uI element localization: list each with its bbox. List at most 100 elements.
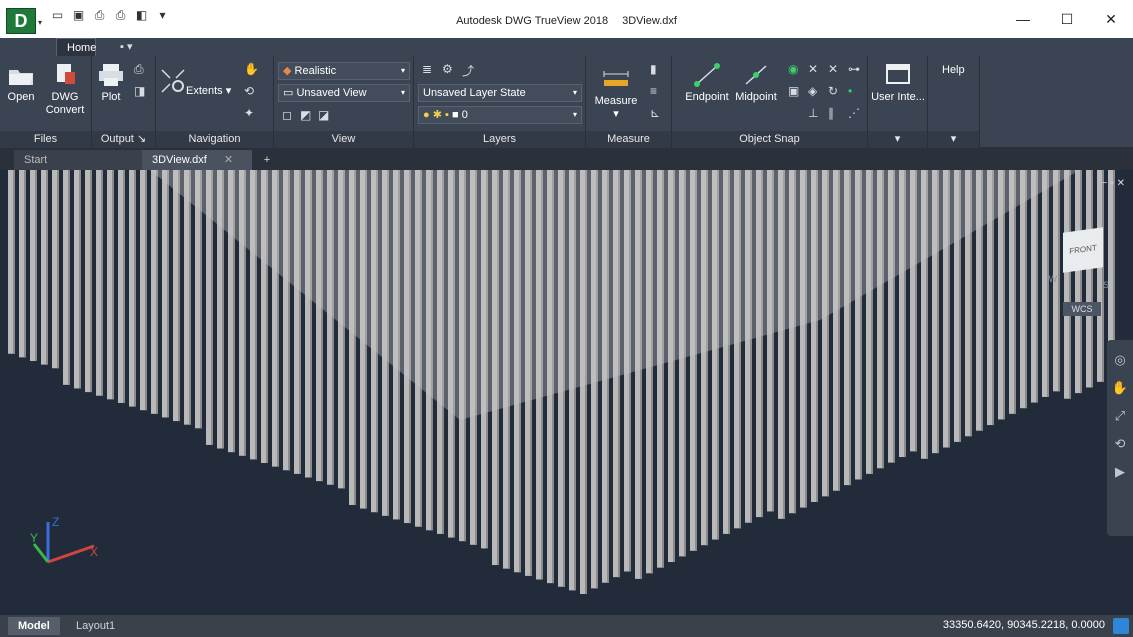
layer-state-value: Unsaved Layer State	[423, 87, 526, 99]
dialog-launcher-icon[interactable]: ↘	[137, 133, 146, 145]
open-button[interactable]: Open	[4, 62, 38, 104]
parallel-snap-icon[interactable]: ∥	[828, 106, 834, 120]
nearest-snap-icon[interactable]: •	[848, 84, 852, 98]
center-snap-icon[interactable]: ◉	[788, 62, 798, 76]
user-interface-panel-title[interactable]: ▾	[868, 131, 927, 148]
pillar-shade	[1091, 170, 1093, 388]
named-view-combo[interactable]: ▭ Unsaved View ▾	[278, 84, 410, 102]
close-button[interactable]: ✕	[1089, 10, 1133, 28]
help-button[interactable]: Help	[942, 64, 965, 76]
steering-wheel-icon[interactable]: ✦	[244, 106, 254, 120]
area-icon[interactable]: ⊾	[650, 106, 660, 120]
zoom-extents-icon	[161, 69, 185, 93]
chevron-down-icon: ▾	[572, 88, 577, 97]
pillar-shade	[57, 170, 59, 369]
list-icon[interactable]: ≡	[650, 84, 657, 98]
drawing-viewport[interactable]: − ▫ ✕ FRONT W S WCS ◎ ✋ ⤢ ⟲ ▶ Z Y X	[0, 170, 1133, 615]
pillar-shade	[189, 170, 191, 425]
named-view-value: Unsaved View	[296, 87, 367, 99]
node-snap-icon[interactable]: ⊶	[848, 62, 860, 76]
measure-button[interactable]: Measure ▾	[592, 66, 640, 121]
midpoint-snap-button[interactable]: Midpoint	[728, 62, 784, 104]
file-tab-bar: Start 3DView.dxf ✕ +	[0, 148, 1133, 170]
window-title: Autodesk DWG TrueView 2018 3DView.dxf	[0, 15, 1133, 27]
output-panel-title: Output ↘	[92, 131, 155, 148]
pan-icon[interactable]: ✋	[1107, 380, 1133, 396]
insert-snap-icon[interactable]: ▣	[788, 84, 799, 98]
pan-icon[interactable]: ✋	[244, 62, 259, 76]
perpendicular-snap-icon[interactable]: ⊥	[808, 106, 818, 120]
window-controls: — ☐ ✕	[1001, 10, 1133, 28]
pillar-shade	[24, 170, 26, 358]
measure-label: Measure	[594, 95, 638, 107]
layer-isolate-icon[interactable]: ⚙	[442, 62, 453, 76]
sun-icon: ✱	[432, 109, 442, 121]
model-tab[interactable]: Model	[8, 617, 60, 635]
viewport-controls[interactable]: − ▫ ✕	[1102, 178, 1125, 189]
extension-snap-icon[interactable]: ⋰	[848, 106, 860, 120]
quadrant-snap-icon[interactable]: ◈	[808, 84, 817, 98]
showmotion-icon[interactable]: ▶	[1107, 464, 1133, 480]
intersection-snap-icon[interactable]: ✕	[808, 62, 818, 76]
id-point-icon[interactable]: ▮	[650, 62, 657, 76]
dwg-convert-button[interactable]: DWG Convert	[44, 62, 86, 117]
user-interface-button[interactable]: User Inte...	[870, 62, 926, 104]
compass-south: S	[1102, 280, 1109, 290]
plot-preview-icon[interactable]: ◨	[134, 84, 145, 98]
tab-featured[interactable]: ▪ ▾	[110, 38, 142, 56]
status-bar: Model Layout1 33350.6420, 90345.2218, 0.…	[0, 615, 1133, 637]
viewcube[interactable]: FRONT	[1063, 227, 1103, 273]
cube-icon[interactable]: ◩	[300, 108, 311, 122]
visual-style-combo[interactable]: ◆ Realistic ▾	[278, 62, 410, 80]
layer-state-combo[interactable]: Unsaved Layer State ▾	[418, 84, 582, 102]
visual-style-value: Realistic	[294, 65, 337, 77]
tab-home[interactable]: Home	[56, 38, 96, 56]
layer-unisolate-icon[interactable]: ⤴	[462, 62, 474, 79]
document-tab[interactable]: 3DView.dxf ✕	[142, 150, 252, 170]
view-panel-title: View	[274, 131, 413, 148]
navigation-panel-title: Navigation	[156, 131, 273, 148]
start-tab[interactable]: Start	[14, 150, 142, 170]
new-tab-button[interactable]: +	[256, 150, 278, 170]
pillar-shade	[112, 170, 114, 400]
help-panel-title[interactable]: ▾	[928, 131, 979, 148]
window-icon	[886, 64, 910, 84]
pillar-shade	[1025, 170, 1027, 409]
visual-style-icon: ◆	[283, 65, 292, 77]
batch-plot-icon[interactable]: ⎙	[134, 62, 144, 77]
pillar-shade	[145, 170, 147, 411]
wcs-menu[interactable]: WCS	[1063, 302, 1101, 316]
orbit-icon[interactable]: ⟲	[244, 84, 254, 98]
apparent-intersection-icon[interactable]: ✕	[828, 62, 838, 76]
plot-button[interactable]: Plot	[96, 62, 126, 104]
pillar-shade	[1058, 170, 1060, 392]
pillar-shade	[1036, 170, 1038, 403]
pillar-shade	[1102, 170, 1104, 382]
current-layer-value: 0	[461, 109, 468, 121]
object-snap-panel: Endpoint Midpoint ◉ ✕ ✕ ⊶ ▣ ◈ ↻ • ⊥ ∥ ⋰ …	[672, 56, 868, 148]
layout-icon[interactable]: ◪	[318, 108, 329, 122]
pillar-shade	[178, 170, 180, 422]
orbit-icon[interactable]: ⟲	[1107, 436, 1133, 452]
viewport-icon[interactable]: ◻	[282, 108, 292, 122]
maximize-button[interactable]: ☐	[1045, 10, 1089, 28]
ribbon: Open DWG Convert Files Plot ⎙ ◨ Output ↘…	[0, 56, 1133, 148]
zoom-icon[interactable]: ⤢	[1107, 408, 1133, 424]
extents-button[interactable]: Extents ▾	[186, 84, 231, 97]
close-icon[interactable]: ✕	[224, 154, 233, 166]
ucs-x-label: X	[90, 545, 98, 559]
files-panel-title: Files	[0, 131, 91, 148]
title-bar: D ▾ ▭ ▣ ⎙ ⎙ ◧ ▾ Autodesk DWG TrueView 20…	[0, 0, 1133, 38]
view-icon: ▭	[283, 87, 294, 99]
lock-icon: ▪	[445, 109, 449, 121]
customization-icon[interactable]	[1113, 618, 1129, 634]
pillar-shade	[134, 170, 136, 407]
current-layer-combo[interactable]: ● ✱ ▪ ■ 0 ▾	[418, 106, 582, 124]
steering-wheel-icon[interactable]: ◎	[1107, 352, 1133, 368]
view-panel: ◆ Realistic ▾ ▭ Unsaved View ▾ ◻ ◩ ◪ View	[274, 56, 414, 148]
file-title: 3DView.dxf	[622, 15, 677, 27]
layout1-tab[interactable]: Layout1	[66, 617, 125, 635]
minimize-button[interactable]: —	[1001, 10, 1045, 28]
tangent-snap-icon[interactable]: ↻	[828, 84, 838, 98]
layer-properties-icon[interactable]: ≣	[422, 62, 432, 76]
